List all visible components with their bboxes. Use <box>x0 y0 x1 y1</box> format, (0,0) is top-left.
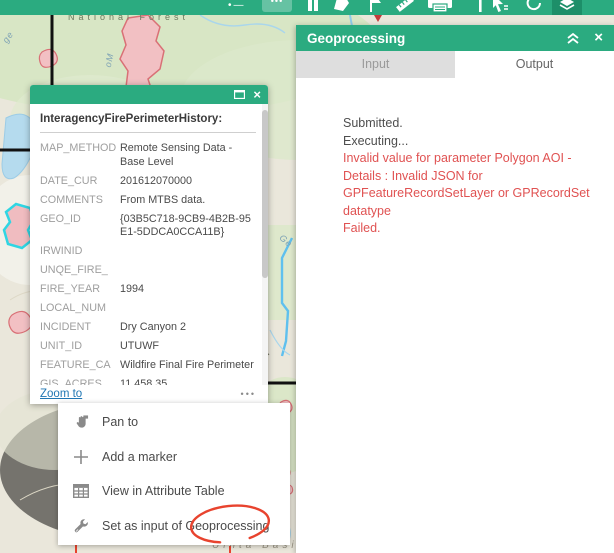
popup-body: InteragencyFirePerimeterHistory: MAP_MET… <box>30 104 268 385</box>
polygon-icon[interactable] <box>331 0 351 13</box>
scrollbar-thumb[interactable] <box>262 110 268 278</box>
panel-tabs: Input Output <box>296 51 614 78</box>
wrench-icon <box>73 518 89 534</box>
menu-item-label: Set as input of Geoprocessing <box>102 518 270 533</box>
geoprocessing-active-icon[interactable] <box>552 0 582 15</box>
field-row: FEATURE_CA Wildfire Final Fire Perimeter <box>40 359 256 373</box>
error-line: Invalid value for parameter Polygon AOI … <box>343 151 572 165</box>
field-row: FIRE_YEAR 1994 <box>40 283 256 297</box>
field-row: DATE_CUR 201612070000 <box>40 175 256 189</box>
status-line: Executing... <box>343 133 409 148</box>
error-line: GPFeatureRecordSetLayer or GPRecordSet <box>343 186 590 200</box>
print-icon[interactable] <box>424 0 456 13</box>
field-value: UTUWF <box>120 340 159 352</box>
field-value: 1994 <box>120 283 145 295</box>
output-messages: Submitted. Executing... Invalid value fo… <box>296 78 614 238</box>
measure-icon[interactable] <box>395 0 415 13</box>
feature-popup: × InteragencyFirePerimeterHistory: MAP_M… <box>30 85 268 404</box>
menu-item-label: View in Attribute Table <box>102 484 225 499</box>
field-value: Wildfire Final Fire Perimeter <box>120 359 254 371</box>
field-label: INCIDENT <box>40 321 91 333</box>
apps-grid-icon[interactable]: ••• <box>262 0 292 12</box>
field-label: COMMENTS <box>40 193 103 206</box>
field-value: 11,458.35 <box>120 378 168 385</box>
field-row: GIS_ACRES 11,458.35 <box>40 378 256 385</box>
field-value: {03B5C718-9CB9-4B2B-95E1-5DDCA0CCA11B} <box>120 212 251 239</box>
error-line: Details : Invalid JSON for <box>343 168 483 183</box>
popup-title: InteragencyFirePerimeterHistory: <box>40 113 223 125</box>
close-icon[interactable]: × <box>594 29 603 47</box>
more-options-icon[interactable]: ••• <box>241 389 256 399</box>
tab-output[interactable]: Output <box>455 51 614 78</box>
zoom-to-link[interactable]: Zoom to <box>40 388 241 400</box>
field-value <box>120 302 256 316</box>
attribute-list: MAP_METHOD Remote Sensing Data - Base Lev… <box>40 142 256 385</box>
field-label: UNQE_FIRE_ <box>40 264 108 276</box>
columns-icon[interactable] <box>303 0 323 13</box>
menu-item-label: Pan to <box>102 415 139 430</box>
menu-item-label: Add a marker <box>102 449 178 464</box>
popup-footer: Zoom to ••• <box>30 385 268 404</box>
geoprocessing-panel: Geoprocessing × Input Output Submitted. … <box>296 25 614 553</box>
popup-scrollbar[interactable] <box>262 104 268 385</box>
menu-item-view-attribute-table[interactable]: View in Attribute Table <box>58 474 290 509</box>
annotation-tail <box>229 546 231 553</box>
field-value <box>120 245 256 259</box>
flag-icon[interactable] <box>365 0 385 13</box>
add-marker-icon <box>73 449 89 465</box>
menu-item-set-as-input-of-geoprocessing[interactable]: Set as input of Geoprocessing <box>58 509 290 544</box>
field-label: DATE_CUR <box>40 174 98 187</box>
menu-item-add-marker[interactable]: Add a marker <box>58 440 290 475</box>
field-row: UNQE_FIRE_ <box>40 264 256 278</box>
field-label: LOCAL_NUM <box>40 302 106 314</box>
close-icon[interactable]: × <box>253 87 261 102</box>
field-value: From MTBS data. <box>120 193 206 206</box>
context-menu: Pan to Add a marker View in Attribute Ta… <box>58 403 290 545</box>
geoprocessing-header: Geoprocessing × <box>296 25 614 51</box>
overflow-dash-icon[interactable]: •— <box>228 0 246 11</box>
pole-icon[interactable] <box>470 0 490 13</box>
field-label: UNIT_ID <box>40 340 82 352</box>
field-row: UNIT_ID UTUWF <box>40 340 256 354</box>
collapse-icon[interactable] <box>564 29 584 47</box>
field-label: MAP_METHOD <box>40 142 117 154</box>
field-label: FIRE_YEAR <box>40 283 100 295</box>
select-cursor-icon[interactable] <box>489 0 509 13</box>
field-value: Dry Canyon 2 <box>120 321 187 333</box>
field-value: 201612070000 <box>120 174 193 187</box>
attribute-table-icon <box>73 483 89 499</box>
field-row: INCIDENT Dry Canyon 2 <box>40 321 256 335</box>
menu-item-pan-to[interactable]: Pan to <box>58 405 290 440</box>
tab-input[interactable]: Input <box>296 51 455 78</box>
error-line: datatype <box>343 203 391 218</box>
field-label: GEO_ID <box>40 212 81 225</box>
field-row: GEO_ID {03B5C718-9CB9-4B2B-95E1-5DDCA0CCA… <box>40 213 256 240</box>
pan-hand-icon <box>73 414 89 430</box>
field-row: IRWINID <box>40 245 256 259</box>
field-label: IRWINID <box>40 245 83 257</box>
field-row: COMMENTS From MTBS data. <box>40 194 256 208</box>
field-value: Remote Sensing Data - Base Level <box>120 142 233 168</box>
refresh-icon[interactable] <box>524 0 544 13</box>
field-row: MAP_METHOD Remote Sensing Data - Base Lev… <box>40 142 256 169</box>
top-toolbar: •— ••• <box>0 0 614 15</box>
error-line: Failed. <box>343 221 381 235</box>
popup-header: × <box>30 85 268 104</box>
maximize-icon[interactable] <box>234 90 246 99</box>
divider <box>40 132 256 133</box>
field-value <box>120 264 256 278</box>
panel-title: Geoprocessing <box>307 30 406 46</box>
field-label: GIS_ACRES <box>40 378 102 385</box>
field-label: FEATURE_CA <box>40 359 111 371</box>
status-line: Submitted. <box>343 116 403 130</box>
field-row: LOCAL_NUM <box>40 302 256 316</box>
